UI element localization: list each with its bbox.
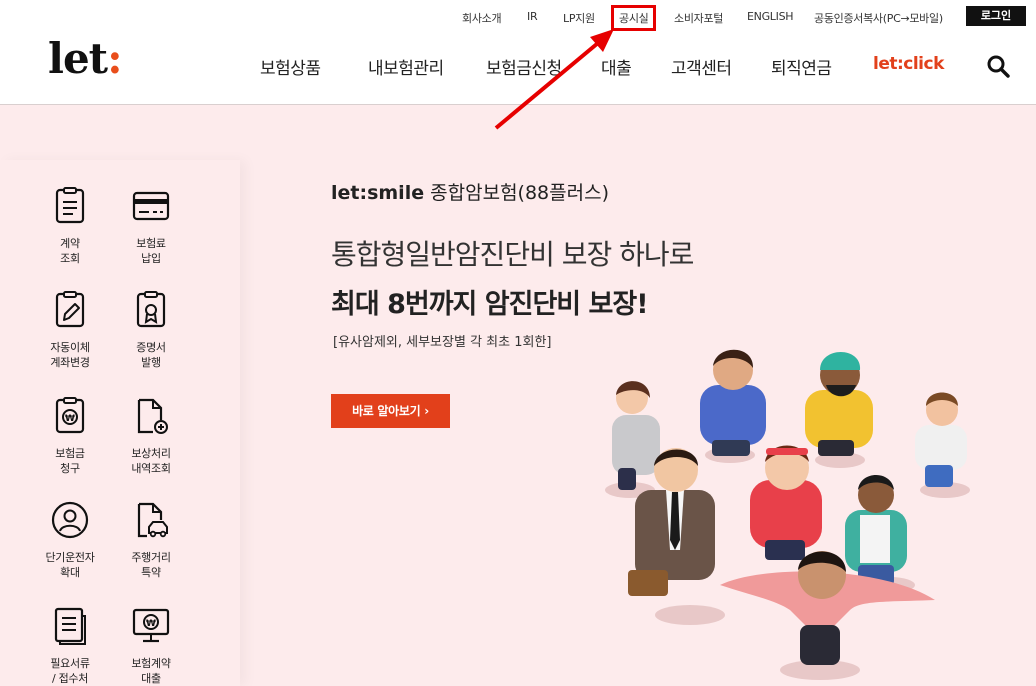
people-illustration bbox=[605, 349, 970, 680]
nav-insurance-products[interactable]: 보험상품 bbox=[260, 54, 321, 79]
search-icon[interactable] bbox=[986, 54, 1010, 78]
util-link-lp-support[interactable]: LP지원 bbox=[563, 10, 595, 26]
nav-loan[interactable]: 대출 bbox=[601, 54, 632, 79]
util-link-english[interactable]: ENGLISH bbox=[747, 10, 794, 23]
quick-short-term-driver[interactable]: 단기운전자 확대 bbox=[30, 500, 110, 580]
quick-contract-inquiry[interactable]: 계약 조회 bbox=[30, 186, 110, 266]
quick-label: 계약 조회 bbox=[60, 237, 80, 265]
util-link-consumer-portal[interactable]: 소비자포털 bbox=[674, 10, 723, 26]
login-button[interactable]: 로그인 bbox=[966, 6, 1026, 26]
util-link-disclosure[interactable]: 공시실 bbox=[610, 5, 657, 31]
doc-search-icon bbox=[137, 398, 168, 434]
quick-label: 필요서류 / 접수처 bbox=[50, 657, 90, 685]
util-link-company[interactable]: 회사소개 bbox=[462, 10, 502, 26]
cta-label: 바로 알아보기 bbox=[352, 404, 421, 418]
logo-text: let bbox=[48, 34, 108, 83]
learn-more-button[interactable]: 바로 알아보기 › bbox=[331, 394, 450, 428]
utility-bar: 회사소개 IR LP지원 공시실 소비자포털 ENGLISH 공동인증서복사(P… bbox=[0, 0, 1036, 32]
quick-label: 주행거리 특약 bbox=[131, 551, 171, 579]
quick-label: 보상처리 내역조회 bbox=[131, 447, 171, 475]
quick-label: 보험료 납입 bbox=[136, 237, 166, 265]
util-link-cert-copy[interactable]: 공동인증서복사(PC→모바일) bbox=[814, 10, 943, 26]
quick-label: 단기운전자 확대 bbox=[45, 551, 95, 579]
main-header: let: 보험상품 내보험관리 보험금신청 대출 고객센터 퇴직연금 let:c… bbox=[0, 32, 1036, 105]
svg-text:₩: ₩ bbox=[146, 619, 156, 629]
contract-icon bbox=[55, 187, 85, 224]
monitor-won-icon: ₩ bbox=[132, 608, 170, 643]
logo[interactable]: let: bbox=[48, 34, 123, 83]
quick-premium-payment[interactable]: 보험료 납입 bbox=[111, 186, 191, 266]
quick-label: 증명서 발행 bbox=[136, 341, 166, 369]
nav-customer-center[interactable]: 고객센터 bbox=[671, 54, 732, 79]
nav-claim[interactable]: 보험금신청 bbox=[486, 54, 562, 79]
certificate-icon bbox=[136, 291, 166, 328]
quick-claim[interactable]: ₩ 보험금 청구 bbox=[30, 396, 110, 476]
quick-auto-transfer[interactable]: 자동이체 계좌변경 bbox=[30, 290, 110, 370]
quick-label: 보험금 청구 bbox=[55, 447, 85, 475]
banner-product-name: let:smile 종합암보험(88플러스) bbox=[331, 178, 609, 205]
won-doc-icon: ₩ bbox=[55, 397, 85, 434]
card-icon bbox=[132, 191, 170, 221]
person-circle-icon bbox=[51, 501, 89, 539]
list-doc-icon bbox=[54, 607, 86, 645]
quick-label: 보험계약 대출 bbox=[131, 657, 171, 685]
banner-note: [유사암제외, 세부보장별 각 최초 1회한] bbox=[333, 335, 552, 350]
quick-label: 자동이체 계좌변경 bbox=[50, 341, 90, 369]
nav-retirement-pension[interactable]: 퇴직연금 bbox=[771, 54, 832, 79]
quick-menu: 계약 조회 보험료 납입 자동이체 계좌변경 증명서 발행 ₩ 보험금 청구 보… bbox=[0, 160, 240, 686]
svg-text:₩: ₩ bbox=[65, 414, 75, 424]
banner-headline-1: 통합형일반암진단비 보장 하나로 bbox=[331, 238, 694, 271]
chevron-right-icon: › bbox=[424, 404, 429, 418]
nav-letclick[interactable]: let:click bbox=[873, 54, 944, 74]
quick-claim-history[interactable]: 보상처리 내역조회 bbox=[111, 396, 191, 476]
product-title: 종합암보험(88플러스) bbox=[424, 182, 609, 204]
util-link-ir[interactable]: IR bbox=[527, 10, 538, 23]
banner-headline-2: 최대 8번까지 암진단비 보장! bbox=[331, 289, 649, 320]
nav-my-insurance[interactable]: 내보험관리 bbox=[368, 54, 444, 79]
quick-policy-loan[interactable]: ₩ 보험계약 대출 bbox=[111, 606, 191, 686]
car-doc-icon bbox=[137, 502, 168, 538]
quick-certificate[interactable]: 증명서 발행 bbox=[111, 290, 191, 370]
logo-colon: : bbox=[107, 34, 122, 83]
quick-mileage-rider[interactable]: 주행거리 특약 bbox=[111, 500, 191, 580]
quick-required-docs[interactable]: 필요서류 / 접수처 bbox=[30, 606, 110, 686]
edit-doc-icon bbox=[55, 291, 85, 328]
product-brand: let:smile bbox=[331, 182, 425, 204]
